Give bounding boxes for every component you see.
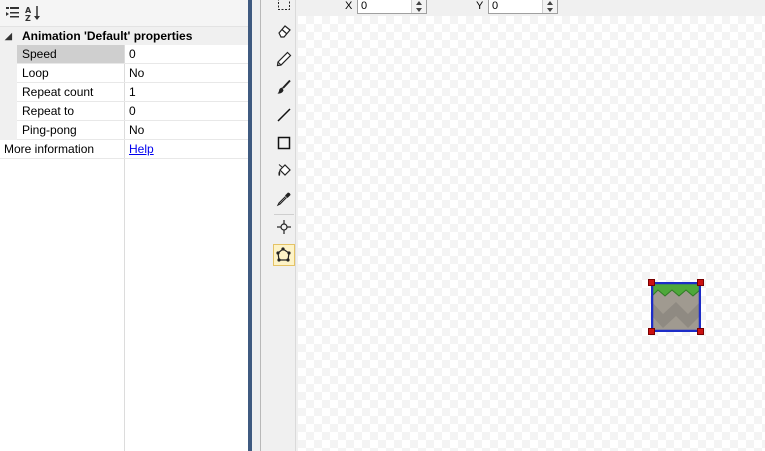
polygon-vertex-handle[interactable] bbox=[648, 279, 655, 286]
property-grid-toolbar: A Z bbox=[0, 0, 248, 27]
help-link[interactable]: Help bbox=[129, 142, 154, 156]
svg-text:Z: Z bbox=[25, 14, 31, 22]
x-spinbox[interactable]: 0 bbox=[357, 0, 427, 14]
polygon-icon bbox=[276, 247, 291, 262]
paint-bucket-icon bbox=[278, 164, 291, 176]
tool-separator bbox=[274, 214, 294, 215]
property-name: Repeat to bbox=[22, 104, 75, 118]
y-label: Y bbox=[476, 0, 484, 12]
eyedropper-icon bbox=[276, 192, 291, 207]
sort-az-icon[interactable]: A Z bbox=[24, 4, 42, 23]
pencil-icon bbox=[276, 51, 292, 67]
polygon-vertex-handle[interactable] bbox=[697, 279, 704, 286]
y-value[interactable]: 0 bbox=[492, 0, 498, 13]
property-row-more-information: More information Help bbox=[0, 140, 248, 159]
row-divider bbox=[0, 158, 248, 159]
property-name: Speed bbox=[22, 47, 57, 61]
rectangle-tool[interactable] bbox=[273, 132, 295, 154]
x-label: X bbox=[345, 0, 353, 12]
property-row-repeat-to[interactable]: Repeat to 0 bbox=[0, 102, 248, 121]
property-name: Ping-pong bbox=[22, 123, 77, 137]
eraser-icon bbox=[278, 25, 291, 38]
color-picker-tool[interactable] bbox=[273, 188, 295, 210]
select-tool[interactable] bbox=[273, 0, 295, 15]
spin-up-icon[interactable] bbox=[547, 1, 553, 5]
y-spin-buttons[interactable] bbox=[542, 0, 557, 13]
marquee-icon bbox=[278, 0, 290, 10]
property-value[interactable]: 1 bbox=[129, 83, 136, 101]
tool-strip-border bbox=[295, 0, 296, 451]
property-value[interactable]: 0 bbox=[129, 102, 136, 120]
property-value[interactable]: No bbox=[129, 64, 144, 82]
rectangle-icon bbox=[277, 136, 291, 150]
section-header[interactable]: ◢ Animation 'Default' properties bbox=[0, 27, 248, 45]
line-tool[interactable] bbox=[273, 104, 295, 126]
property-value[interactable]: 0 bbox=[129, 45, 136, 63]
splitter-gap bbox=[252, 0, 260, 451]
crosshair-icon bbox=[277, 220, 291, 234]
collision-polygon-tool[interactable] bbox=[273, 244, 295, 266]
origin-tool[interactable] bbox=[273, 216, 295, 238]
tool-strip bbox=[260, 0, 297, 451]
sprite-with-collision-polygon[interactable] bbox=[648, 279, 704, 335]
sprite-image bbox=[651, 282, 701, 332]
brush-tool[interactable] bbox=[273, 76, 295, 98]
property-grid: A Z ◢ Animation 'Default' properties Spe… bbox=[0, 0, 248, 451]
image-canvas[interactable] bbox=[298, 16, 765, 451]
section-title: Animation 'Default' properties bbox=[22, 29, 193, 43]
pencil-tool[interactable] bbox=[273, 48, 295, 70]
property-row-loop[interactable]: Loop No bbox=[0, 64, 248, 83]
property-row-ping-pong[interactable]: Ping-pong No bbox=[0, 121, 248, 140]
property-name: Loop bbox=[22, 66, 49, 80]
y-spinbox[interactable]: 0 bbox=[488, 0, 558, 14]
polygon-vertex-handle[interactable] bbox=[648, 328, 655, 335]
x-value[interactable]: 0 bbox=[361, 0, 367, 13]
property-name: More information bbox=[4, 142, 95, 156]
polygon-vertex-handle[interactable] bbox=[697, 328, 704, 335]
brush-icon bbox=[277, 79, 291, 94]
property-name: Repeat count bbox=[22, 85, 94, 99]
line-icon bbox=[277, 108, 291, 122]
spin-up-icon[interactable] bbox=[416, 1, 422, 5]
fill-tool[interactable] bbox=[273, 160, 295, 182]
x-spin-buttons[interactable] bbox=[411, 0, 426, 13]
spin-down-icon[interactable] bbox=[416, 8, 422, 12]
eraser-tool[interactable] bbox=[273, 20, 295, 42]
collapse-expander-icon[interactable]: ◢ bbox=[5, 27, 12, 45]
categorized-icon[interactable] bbox=[4, 4, 22, 22]
property-row-repeat-count[interactable]: Repeat count 1 bbox=[0, 83, 248, 102]
tool-strip-border bbox=[260, 0, 261, 451]
property-value[interactable]: No bbox=[129, 121, 144, 139]
spin-down-icon[interactable] bbox=[547, 8, 553, 12]
property-row-speed[interactable]: Speed 0 bbox=[0, 45, 248, 64]
